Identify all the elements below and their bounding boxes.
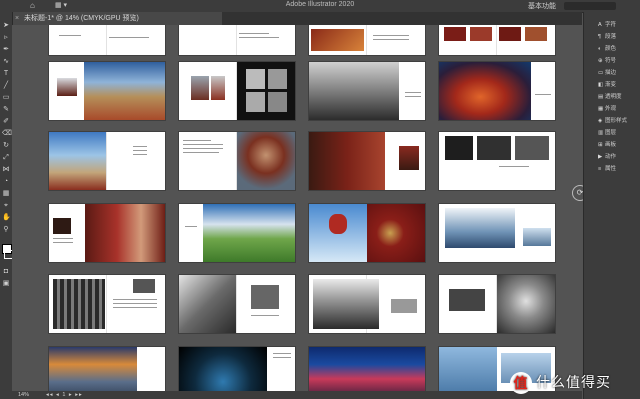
eraser-tool-icon[interactable]: ⌫ [2, 130, 12, 138]
zoom-tool-icon[interactable]: ⚲ [2, 226, 10, 234]
screen-mode-icon[interactable]: ▣ [2, 280, 10, 288]
color-icon: ◐ [598, 46, 602, 52]
shape-builder-tool-icon[interactable]: ◔ [2, 178, 10, 186]
appearance-icon: ▦ [598, 106, 604, 112]
artboard-spread[interactable] [49, 275, 165, 333]
artboard-spread[interactable] [439, 62, 555, 120]
panel-actions[interactable]: ▶ 动作 [598, 152, 640, 162]
paragraph-icon: ¶ [598, 34, 601, 40]
artboard-spread[interactable] [309, 275, 425, 333]
panel-stroke[interactable]: ▭ 描边 [598, 68, 640, 78]
artboard-spread[interactable] [179, 132, 295, 190]
rotate-tool-icon[interactable]: ↻ [2, 142, 10, 150]
artboards-icon: ⊞ [598, 142, 603, 148]
panel-dock-strip [583, 12, 596, 399]
artboard-spread[interactable] [439, 132, 555, 190]
artboard-spread[interactable] [49, 132, 165, 190]
panel-color[interactable]: ◐ 颜色 [598, 44, 640, 54]
panel-graphic-styles[interactable]: ◈ 图形样式 [598, 116, 640, 126]
scale-tool-icon[interactable]: ⤢ [2, 154, 10, 162]
stroke-icon: ▭ [598, 70, 604, 76]
properties-icon: ≡ [598, 166, 602, 172]
document-tab[interactable]: × 未标题-1* @ 14% (CMYK/GPU 预览) [12, 12, 222, 25]
artboard-spread[interactable] [179, 25, 295, 55]
watermark: 值什么值得买 [510, 368, 636, 396]
line-tool-icon[interactable]: ╱ [2, 82, 10, 90]
artboard-spread[interactable] [179, 62, 295, 120]
selection-tool-icon[interactable]: ➤ [2, 22, 10, 30]
artboard-spread[interactable] [49, 25, 165, 55]
panel-character[interactable]: A 字符 [598, 20, 640, 30]
zoom-level[interactable]: 14% [18, 391, 29, 399]
character-icon: A [598, 22, 602, 28]
artboard-spread[interactable] [179, 204, 295, 262]
panel-properties[interactable]: ≡ 属性 [598, 164, 640, 174]
artboard-spread[interactable] [439, 204, 555, 262]
panel-appearance[interactable]: ▦ 外观 [598, 104, 640, 114]
actions-icon: ▶ [598, 154, 603, 160]
panel-gradient[interactable]: ◧ 渐变 [598, 80, 640, 90]
artboard-number[interactable]: 1 [62, 392, 66, 398]
search-input[interactable] [564, 2, 616, 10]
gradient-icon: ◧ [598, 82, 604, 88]
direct-selection-tool-icon[interactable]: ▹ [2, 34, 10, 42]
watermark-logo: 值 [510, 372, 532, 395]
artboard-navigation[interactable]: ◂◂ ◂ 1 ▸ ▸▸ [46, 391, 83, 399]
perspective-grid-tool-icon[interactable]: ▦ [2, 190, 10, 198]
workspace-switcher[interactable]: 基本功能 [528, 1, 556, 11]
type-tool-icon[interactable]: T [2, 70, 10, 78]
collapsed-panel-dock: A 字符 ¶ 段落 ◐ 颜色 ⊕ 符号 ▭ 描边 ◧ 渐变 ▤ 透明度 ▦ 外观 ◈ 图形样式 ▥… [596, 12, 640, 399]
rectangle-tool-icon[interactable]: ▭ [2, 94, 10, 102]
panel-artboards[interactable]: ⊞ 画板 [598, 140, 640, 150]
layers-icon: ▥ [598, 130, 604, 136]
artboard-spread[interactable] [309, 204, 425, 262]
artboard-spread[interactable] [309, 62, 425, 120]
watermark-text: 什么值得买 [536, 374, 611, 390]
panel-transparency[interactable]: ▤ 透明度 [598, 92, 640, 102]
panel-paragraph[interactable]: ¶ 段落 [598, 32, 640, 42]
artboard-spread[interactable] [179, 275, 295, 333]
artboard-spread[interactable] [49, 62, 165, 120]
canvas[interactable] [12, 25, 582, 399]
shaper-tool-icon[interactable]: ✐ [2, 118, 10, 126]
artboard-spread[interactable] [439, 25, 555, 55]
draw-mode-icon[interactable]: ◘ [2, 268, 10, 276]
graphic-styles-icon: ◈ [598, 118, 603, 124]
curvature-tool-icon[interactable]: ∿ [2, 58, 10, 66]
eyedropper-tool-icon[interactable]: ⌖ [2, 202, 10, 210]
artboard-spread[interactable] [49, 204, 165, 262]
transparency-icon: ▤ [598, 94, 604, 100]
artboard-spread[interactable] [309, 25, 425, 55]
pen-tool-icon[interactable]: ✒ [2, 46, 10, 54]
document-tab-label: 未标题-1* @ 14% (CMYK/GPU 预览) [24, 15, 139, 22]
paintbrush-tool-icon[interactable]: ✎ [2, 106, 10, 114]
symbols-icon: ⊕ [598, 58, 603, 64]
width-tool-icon[interactable]: ⋈ [2, 166, 10, 174]
panel-symbols[interactable]: ⊕ 符号 [598, 56, 640, 66]
hand-tool-icon[interactable]: ✋ [2, 214, 11, 222]
panel-layers[interactable]: ▥ 图层 [598, 128, 640, 138]
document-tab-bar: × 未标题-1* @ 14% (CMYK/GPU 预览) [12, 12, 582, 25]
artboard-spread[interactable] [439, 275, 555, 333]
status-bar: 14% ◂◂ ◂ 1 ▸ ▸▸ [12, 391, 582, 399]
close-icon[interactable]: × [15, 12, 19, 25]
artboard-spread[interactable] [309, 132, 425, 190]
